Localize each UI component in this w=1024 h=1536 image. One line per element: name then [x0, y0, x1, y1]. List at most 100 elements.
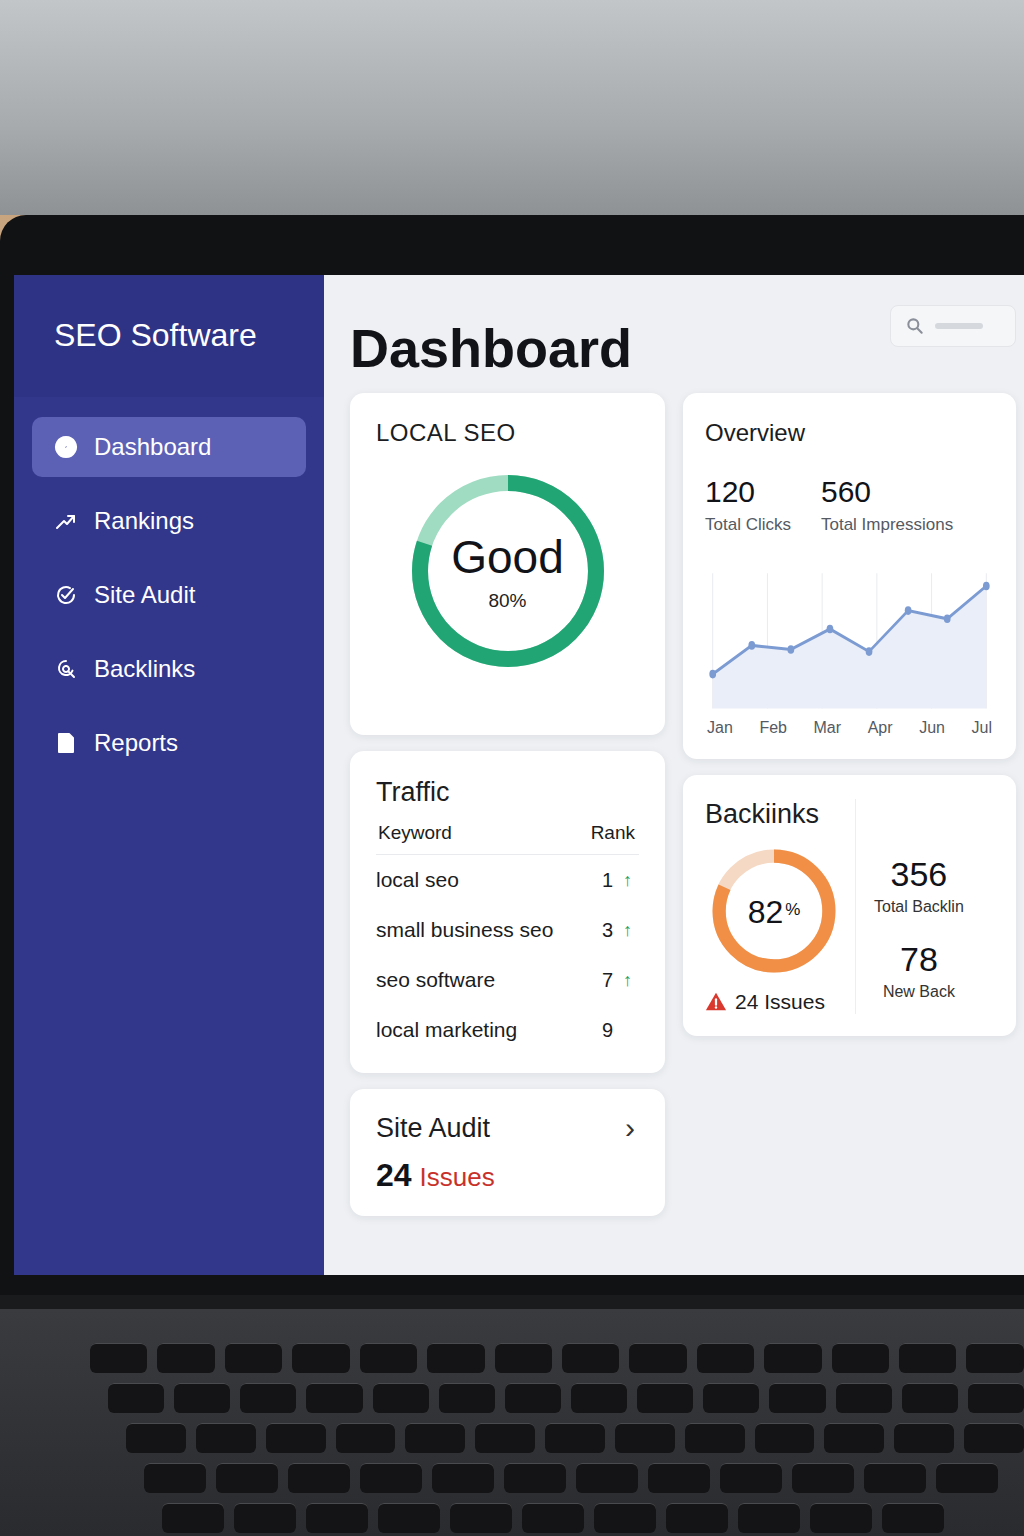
- key[interactable]: [666, 1503, 728, 1533]
- key[interactable]: [225, 1343, 282, 1373]
- key[interactable]: [832, 1343, 889, 1373]
- key[interactable]: [615, 1423, 675, 1453]
- key[interactable]: [769, 1383, 825, 1413]
- issue-label: Issues: [420, 1162, 495, 1193]
- key[interactable]: [864, 1463, 926, 1493]
- key[interactable]: [288, 1463, 350, 1493]
- sidebar-item[interactable]: Dashboard: [32, 417, 306, 477]
- key[interactable]: [378, 1503, 440, 1533]
- key[interactable]: [450, 1503, 512, 1533]
- chart-point[interactable]: [983, 582, 990, 591]
- sidebar-item[interactable]: Rankings: [32, 491, 306, 551]
- key[interactable]: [571, 1383, 627, 1413]
- key[interactable]: [432, 1463, 494, 1493]
- keyboard: [0, 1309, 1024, 1533]
- sidebar-item-label: Rankings: [94, 507, 194, 535]
- key[interactable]: [792, 1463, 854, 1493]
- key[interactable]: [703, 1383, 759, 1413]
- chart-point[interactable]: [866, 647, 873, 656]
- sidebar-item[interactable]: Backlinks: [32, 639, 306, 699]
- key[interactable]: [90, 1343, 147, 1373]
- rank-cell: 3↑: [602, 919, 639, 942]
- key[interactable]: [902, 1383, 958, 1413]
- key[interactable]: [562, 1343, 619, 1373]
- key[interactable]: [360, 1463, 422, 1493]
- key[interactable]: [720, 1463, 782, 1493]
- chart-point[interactable]: [944, 614, 951, 623]
- key[interactable]: [576, 1463, 638, 1493]
- table-row[interactable]: small business seo3↑: [376, 905, 639, 955]
- chart-point[interactable]: [748, 641, 755, 650]
- key[interactable]: [360, 1343, 417, 1373]
- key[interactable]: [545, 1423, 605, 1453]
- key[interactable]: [964, 1423, 1024, 1453]
- key[interactable]: [505, 1383, 561, 1413]
- sidebar-item[interactable]: Site Audit: [32, 565, 306, 625]
- table-row[interactable]: local marketing9: [376, 1005, 639, 1055]
- key[interactable]: [522, 1503, 584, 1533]
- chart-point[interactable]: [905, 606, 912, 615]
- chart-point[interactable]: [788, 645, 795, 654]
- right-column: Overview120Total Clicks560Total Impressi…: [683, 393, 1016, 1216]
- key[interactable]: [306, 1503, 368, 1533]
- key[interactable]: [836, 1383, 892, 1413]
- key[interactable]: [697, 1343, 754, 1373]
- key[interactable]: [234, 1503, 296, 1533]
- card-grid: LOCAL SEOGood80%TrafficKeywordRanklocal …: [350, 393, 1016, 1216]
- key[interactable]: [685, 1423, 745, 1453]
- site-audit-card[interactable]: Site Audit›24Issues: [350, 1089, 665, 1216]
- chart-point[interactable]: [827, 625, 834, 634]
- topbar: Dashboard: [350, 305, 1016, 379]
- screen: SEO SoftwareDashboardRankingsSite AuditB…: [14, 275, 1024, 1275]
- key[interactable]: [216, 1463, 278, 1493]
- chevron-icon[interactable]: ›: [625, 1111, 639, 1145]
- key[interactable]: [266, 1423, 326, 1453]
- chart-point[interactable]: [709, 670, 716, 679]
- key[interactable]: [738, 1503, 800, 1533]
- x-tick: Jun: [919, 719, 945, 737]
- key[interactable]: [629, 1343, 686, 1373]
- key[interactable]: [495, 1343, 552, 1373]
- key[interactable]: [966, 1343, 1023, 1373]
- key[interactable]: [504, 1463, 566, 1493]
- key-row: [90, 1343, 1024, 1373]
- key[interactable]: [637, 1383, 693, 1413]
- column-header: Rank: [591, 822, 635, 844]
- key[interactable]: [405, 1423, 465, 1453]
- key[interactable]: [894, 1423, 954, 1453]
- key[interactable]: [336, 1423, 396, 1453]
- main-content: Dashboard LOCAL SEOGood80%TrafficKeywordR…: [324, 275, 1024, 1275]
- key[interactable]: [824, 1423, 884, 1453]
- key[interactable]: [755, 1423, 815, 1453]
- key[interactable]: [306, 1383, 362, 1413]
- key[interactable]: [108, 1383, 164, 1413]
- issues-warning[interactable]: 24 Issues: [705, 990, 825, 1014]
- key[interactable]: [439, 1383, 495, 1413]
- key[interactable]: [882, 1503, 944, 1533]
- key[interactable]: [157, 1343, 214, 1373]
- key[interactable]: [764, 1343, 821, 1373]
- key[interactable]: [648, 1463, 710, 1493]
- backlinks-summary: Backiinks82%24 Issues: [705, 799, 837, 1014]
- sidebar-item[interactable]: Reports: [32, 713, 306, 773]
- key[interactable]: [968, 1383, 1024, 1413]
- key[interactable]: [936, 1463, 998, 1493]
- key[interactable]: [427, 1343, 484, 1373]
- search-field[interactable]: [890, 305, 1016, 347]
- key[interactable]: [373, 1383, 429, 1413]
- key[interactable]: [162, 1503, 224, 1533]
- key[interactable]: [240, 1383, 296, 1413]
- key[interactable]: [475, 1423, 535, 1453]
- key[interactable]: [196, 1423, 256, 1453]
- key[interactable]: [144, 1463, 206, 1493]
- key[interactable]: [292, 1343, 349, 1373]
- table-row[interactable]: local seo1↑: [376, 855, 639, 905]
- rank-cell: 1↑: [602, 869, 639, 892]
- key[interactable]: [899, 1343, 956, 1373]
- key[interactable]: [810, 1503, 872, 1533]
- key[interactable]: [594, 1503, 656, 1533]
- key[interactable]: [174, 1383, 230, 1413]
- table-row[interactable]: seo software7↑: [376, 955, 639, 1005]
- key[interactable]: [126, 1423, 186, 1453]
- stat-value: 356: [874, 855, 964, 894]
